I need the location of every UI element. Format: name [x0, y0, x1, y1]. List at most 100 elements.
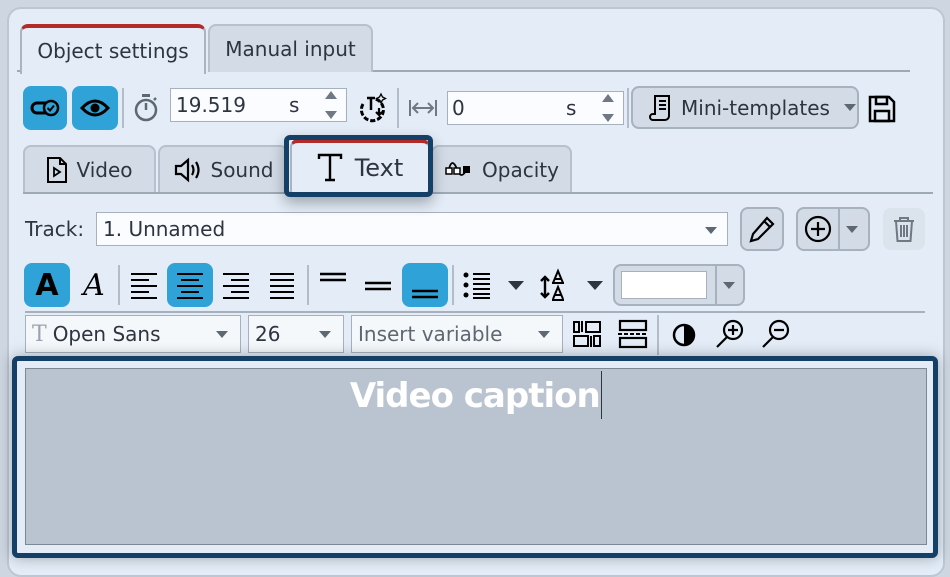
tab-sound[interactable]: Sound [158, 145, 288, 193]
video-file-icon [47, 157, 68, 183]
list-button[interactable] [460, 266, 494, 304]
zoom-out-button[interactable] [758, 316, 794, 352]
tab-manual-input[interactable]: Manual input [208, 24, 373, 72]
delete-track-button[interactable] [883, 208, 925, 250]
trash-icon [894, 217, 914, 242]
chevron-down-icon[interactable] [723, 282, 735, 289]
font-size-select[interactable]: 26 [248, 315, 344, 353]
distribute-horizontal-button[interactable] [570, 317, 604, 351]
line-spacing-icon [540, 268, 564, 301]
caption-text: Video caption [349, 376, 601, 416]
mini-templates-button[interactable]: Mini-templates [631, 86, 859, 129]
horizontal-arrows-icon [406, 96, 440, 120]
rename-track-button[interactable] [740, 207, 784, 251]
tab-object-settings[interactable]: Object settings [20, 24, 206, 74]
spin-down-icon[interactable] [325, 111, 337, 119]
valign-top-button[interactable] [313, 263, 353, 307]
spin-down-icon[interactable] [602, 114, 614, 122]
spin-up-icon[interactable] [602, 94, 614, 102]
separator [118, 265, 120, 305]
toggle-check-icon [30, 99, 60, 117]
offset-field[interactable]: 0 s [447, 91, 624, 125]
text-editor-frame: Video caption [12, 356, 938, 558]
bold-button[interactable]: A [24, 263, 70, 307]
font-size-value: 26 [255, 322, 281, 346]
tab-video[interactable]: Video [23, 145, 156, 193]
focus-ring [284, 135, 433, 197]
separator [627, 88, 629, 128]
enable-toggle-button[interactable] [23, 86, 67, 130]
insert-variable-select[interactable]: Insert variable [351, 315, 563, 353]
duration-unit: s [289, 93, 300, 117]
visibility-button[interactable] [72, 86, 118, 130]
valign-bottom-icon [412, 289, 438, 299]
chevron-down-icon [319, 331, 331, 338]
chevron-down-icon [705, 227, 717, 234]
valign-middle-button[interactable] [358, 263, 398, 307]
duration-spinner[interactable] [324, 91, 338, 119]
justify-button[interactable] [262, 263, 302, 307]
font-family-select[interactable]: T Open Sans [25, 315, 241, 353]
line-spacing-button[interactable] [538, 265, 574, 305]
text-color-picker[interactable] [613, 264, 745, 306]
divider [373, 70, 910, 72]
tab-label: Object settings [37, 39, 189, 63]
bullet-list-icon [463, 272, 490, 299]
align-right-icon [223, 273, 249, 299]
tab-label: Video [76, 158, 133, 182]
chevron-down-icon [216, 331, 228, 338]
distribute-vertical-button[interactable] [615, 317, 651, 351]
separator [657, 315, 659, 355]
stopwatch-icon [131, 90, 161, 126]
floppy-disk-icon [868, 95, 896, 123]
zoom-in-button[interactable] [712, 316, 748, 352]
tab-label: Sound [210, 158, 274, 182]
save-button[interactable] [865, 92, 899, 126]
align-left-icon [131, 273, 157, 299]
valign-bottom-button[interactable] [402, 263, 448, 307]
track-label: Track: [25, 217, 85, 241]
opacity-curve-icon [445, 162, 471, 176]
offset-value: 0 [452, 96, 465, 120]
split-divider [838, 209, 840, 249]
distribute-horizontal-icon [573, 321, 601, 347]
add-track-button[interactable] [796, 207, 870, 251]
speaker-icon [174, 157, 200, 183]
offset-unit: s [566, 96, 577, 120]
line-spacing-dropdown-icon[interactable] [587, 281, 603, 290]
insert-variable-placeholder: Insert variable [358, 322, 503, 346]
font-type-icon: T [32, 321, 47, 347]
tab-label: Manual input [225, 37, 356, 61]
tab-opacity[interactable]: Opacity [431, 145, 572, 193]
text-editor[interactable]: Video caption [25, 368, 927, 545]
duration-value: 19.519 [176, 93, 246, 117]
track-select[interactable]: 1. Unnamed [96, 212, 728, 246]
italic-button[interactable]: A [74, 263, 114, 307]
separator [397, 88, 399, 128]
align-center-button[interactable] [167, 263, 213, 307]
distribute-vertical-icon [618, 319, 648, 349]
list-dropdown-icon[interactable] [508, 281, 524, 290]
split-divider [715, 266, 717, 304]
contrast-button[interactable] [668, 319, 700, 351]
chevron-down-icon [843, 104, 856, 111]
pencil-icon [749, 216, 775, 243]
align-center-icon [177, 273, 203, 299]
font-family-value: Open Sans [52, 322, 161, 346]
auto-duration-button[interactable] [354, 89, 390, 127]
zoom-out-icon [762, 319, 790, 348]
text-caret [600, 371, 603, 419]
align-right-button[interactable] [216, 263, 256, 307]
caption-line: Video caption [26, 371, 926, 419]
offset-spinner[interactable] [601, 94, 615, 122]
bold-A-icon: A [35, 267, 59, 303]
duration-field[interactable]: 19.519 s [170, 88, 347, 122]
chevron-down-icon[interactable] [846, 226, 858, 233]
align-justify-icon [270, 273, 294, 299]
separator [307, 265, 309, 305]
valign-middle-icon [365, 281, 391, 291]
spin-up-icon[interactable] [325, 91, 337, 99]
align-left-button[interactable] [124, 263, 164, 307]
zoom-in-icon [716, 319, 744, 348]
eye-icon [80, 99, 110, 117]
